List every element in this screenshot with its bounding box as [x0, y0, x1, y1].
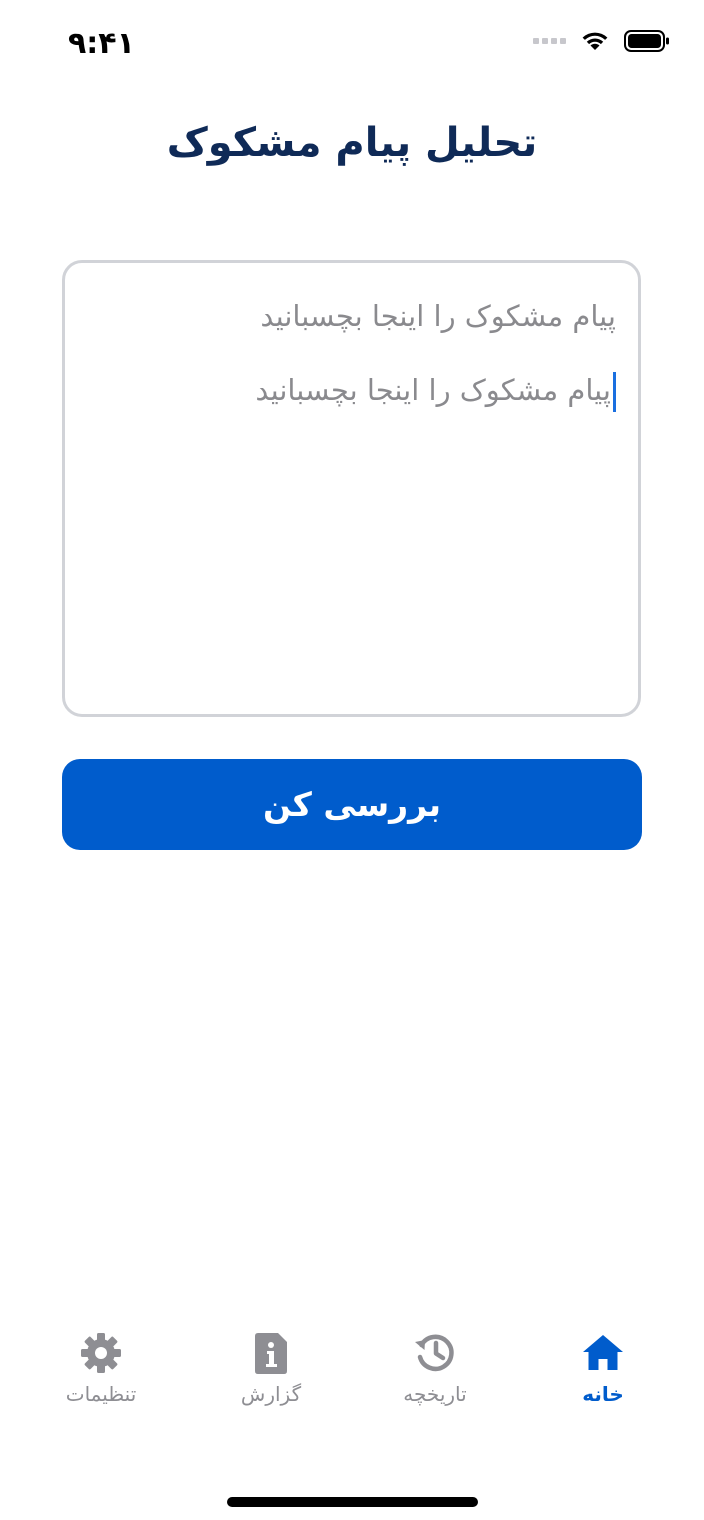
tab-history[interactable]: تاریخچه: [365, 1330, 505, 1406]
home-icon: [583, 1335, 623, 1370]
home-indicator[interactable]: [227, 1497, 478, 1507]
wifi-icon: [582, 32, 608, 50]
status-icons: [533, 30, 670, 52]
message-placeholder: پیام مشکوک را اینجا بچسبانید: [260, 299, 616, 333]
gear-icon: [81, 1333, 121, 1373]
page-title: تحلیل پیام مشکوک: [166, 120, 538, 166]
message-text[interactable]: پیام مشکوک را اینجا بچسبانید: [87, 365, 616, 415]
tab-home-label: خانه: [582, 1382, 624, 1406]
text-caret: [613, 372, 616, 412]
tab-report[interactable]: گزارش: [201, 1330, 341, 1406]
status-time: ۹:۴۱: [68, 26, 135, 61]
tab-settings-label: تنظیمات: [65, 1382, 137, 1406]
tab-history-label: تاریخچه: [403, 1382, 467, 1406]
check-button[interactable]: بررسی کن: [62, 759, 642, 850]
status-bar: ۹:۴۱: [0, 0, 704, 90]
battery-icon: [624, 30, 669, 52]
report-icon: [255, 1333, 287, 1374]
tab-report-label: گزارش: [240, 1382, 302, 1406]
history-icon: [415, 1334, 454, 1372]
signal-icon: [533, 38, 566, 44]
tab-settings[interactable]: تنظیمات: [31, 1330, 171, 1406]
tab-bar: خانه تاریخچه گزارش تنظیمات: [0, 1320, 704, 1430]
tab-home[interactable]: خانه: [533, 1330, 673, 1406]
message-value: پیام مشکوک را اینجا بچسبانید: [255, 373, 611, 407]
message-input[interactable]: پیام مشکوک را اینجا بچسبانید پیام مشکوک …: [62, 260, 641, 717]
